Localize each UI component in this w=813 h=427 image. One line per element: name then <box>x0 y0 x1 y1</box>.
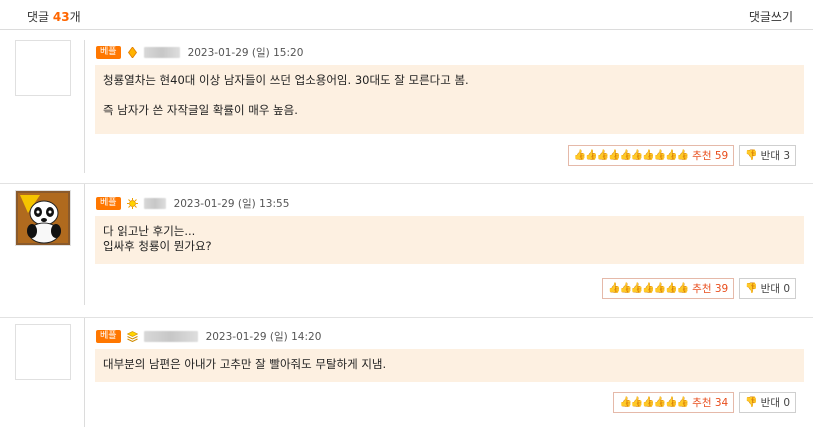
best-badge: 베플 <box>96 45 121 59</box>
stack-level-icon <box>126 330 138 342</box>
best-badge: 베플 <box>96 196 121 210</box>
comment-body: 청룡열차는 현40대 이상 남자들이 쓰던 업소용어임. 30대도 잘 모른다고… <box>95 65 804 134</box>
comment-divider-line <box>84 318 85 427</box>
diamond-level-icon <box>127 46 137 58</box>
thumbs-up-icon: 👍👍👍👍👍👍 <box>619 397 689 408</box>
comment-text: 대부분의 남편은 아내가 고추만 잘 빨아줘도 무탈하게 지냄. <box>103 357 387 371</box>
comment-count-suffix: 개 <box>69 10 81 24</box>
comment-text: 다 읽고난 후기는... <box>103 224 196 238</box>
upvote-button[interactable]: 👍👍👍👍👍👍 추천 34 <box>613 392 735 413</box>
upvote-label: 추천 39 <box>692 283 729 295</box>
comment-meta: 베플 2023-01-29 (일) 13:55 <box>96 196 289 210</box>
sun-level-icon <box>126 197 138 209</box>
comment-divider-line <box>84 184 85 305</box>
comment-text: 청룡열차는 현40대 이상 남자들이 쓰던 업소용어임. 30대도 잘 모른다고… <box>103 73 469 87</box>
comment-date: 2023-01-29 (일) 15:20 <box>187 46 304 59</box>
avatar[interactable] <box>15 324 71 380</box>
comment-count: 댓글 43개 <box>27 8 81 25</box>
upvote-button[interactable]: 👍👍👍👍👍👍👍👍👍👍 추천 59 <box>567 145 735 166</box>
author-name[interactable] <box>143 46 180 58</box>
comment-body: 대부분의 남편은 아내가 고추만 잘 빨아줘도 무탈하게 지냄. <box>95 349 804 382</box>
downvote-label: 반대 0 <box>760 283 790 295</box>
upvote-label: 추천 34 <box>692 397 729 409</box>
thumbs-up-icon: 👍👍👍👍👍👍👍👍👍👍 <box>573 150 690 161</box>
downvote-button[interactable]: 👎 반대 0 <box>739 278 796 299</box>
comment-text <box>103 88 796 103</box>
downvote-button[interactable]: 👎 반대 3 <box>739 145 796 166</box>
comment-date: 2023-01-29 (일) 14:20 <box>205 330 322 343</box>
downvote-label: 반대 0 <box>760 397 790 409</box>
comment-meta: 베플 2023-01-29 (일) 14:20 <box>96 329 321 343</box>
thumbs-down-icon: 👎 <box>745 397 758 408</box>
write-comment-button[interactable]: 댓글쓰기 <box>749 8 793 25</box>
thumbs-up-icon: 👍👍👍👍👍👍👍 <box>608 283 689 294</box>
author-name[interactable] <box>143 197 166 209</box>
comment-item: 베플 2023-01-29 (일) 14:20 대부분의 남편은 아내가 고추만… <box>0 318 813 427</box>
comment-count-label: 댓글 <box>27 10 50 24</box>
comment-item: 베플 2023-01-29 (일) 13:55 다 읽고난 후기는... 입싸후… <box>0 184 813 318</box>
comment-body: 다 읽고난 후기는... 입싸후 청룡이 뭔가요? <box>95 216 804 264</box>
comment-item: 베플 2023-01-29 (일) 15:20 청룡열차는 현40대 이상 남자… <box>0 34 813 184</box>
comment-meta: 베플 2023-01-29 (일) 15:20 <box>96 45 303 59</box>
thumbs-down-icon: 👎 <box>745 283 758 294</box>
vote-buttons: 👍👍👍👍👍👍👍 추천 39 👎 반대 0 <box>602 278 796 299</box>
comment-divider-line <box>84 40 85 173</box>
vote-buttons: 👍👍👍👍👍👍 추천 34 👎 반대 0 <box>613 392 796 413</box>
best-badge: 베플 <box>96 329 121 343</box>
comment-count-number: 43 <box>52 10 70 24</box>
downvote-label: 반대 3 <box>760 150 790 162</box>
downvote-button[interactable]: 👎 반대 0 <box>739 392 796 413</box>
upvote-label: 추천 59 <box>692 150 729 162</box>
comment-date: 2023-01-29 (일) 13:55 <box>173 197 290 210</box>
panda-icon <box>16 191 70 245</box>
avatar[interactable] <box>15 190 71 246</box>
vote-buttons: 👍👍👍👍👍👍👍👍👍👍 추천 59 👎 반대 3 <box>567 145 796 166</box>
comment-text: 즉 남자가 쓴 자작글일 확률이 매우 높음. <box>103 103 298 117</box>
comment-text: 입싸후 청룡이 뭔가요? <box>103 239 212 253</box>
comments-header: 댓글 43개 댓글쓰기 <box>0 0 813 30</box>
author-name[interactable] <box>143 330 198 342</box>
avatar[interactable] <box>15 40 71 96</box>
upvote-button[interactable]: 👍👍👍👍👍👍👍 추천 39 <box>602 278 735 299</box>
thumbs-down-icon: 👎 <box>745 150 758 161</box>
